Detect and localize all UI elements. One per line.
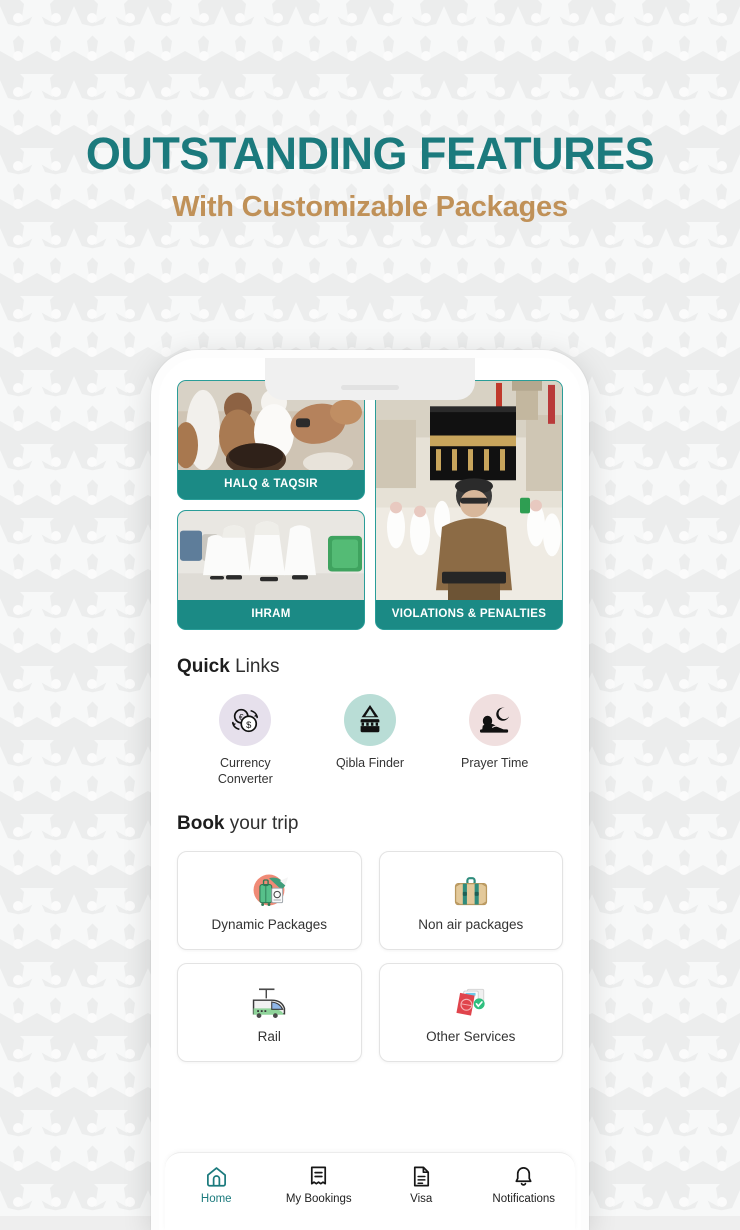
svg-text:$: $ — [246, 720, 252, 730]
book-card-label: Other Services — [426, 1029, 516, 1044]
feature-column-left: HALQ & TAQSIR IHRAM — [177, 380, 365, 630]
feature-card-violations-penalties[interactable]: VIOLATIONS & PENALTIES — [375, 380, 563, 630]
app-screen: HALQ & TAQSIR IHRAM VIOLATIONS & PENALTI… — [159, 358, 581, 1230]
nav-item-notifications[interactable]: Notifications — [473, 1165, 576, 1205]
page-header: OUTSTANDING FEATURES With Customizable P… — [0, 130, 740, 224]
book-card-label: Rail — [257, 1029, 281, 1044]
prayer-time-circle — [468, 694, 521, 746]
book-trip-grid: Dynamic Packages Non air packages Rail O… — [177, 851, 563, 1062]
phone-notch — [265, 358, 475, 400]
book-card-rail[interactable]: Rail — [177, 963, 362, 1062]
feature-cards: HALQ & TAQSIR IHRAM VIOLATIONS & PENALTI… — [177, 380, 563, 630]
bottom-navigation: Home My Bookings Visa Notifications — [165, 1152, 575, 1230]
nav-item-label: My Bookings — [285, 1193, 352, 1205]
feature-card-ihram[interactable]: IHRAM — [177, 510, 365, 630]
book-card-non-air-packages[interactable]: Non air packages — [378, 851, 563, 950]
qibla-finder-circle — [344, 694, 396, 746]
quick-links-title-rest: Links — [229, 656, 280, 677]
nav-item-label: Visa — [410, 1193, 433, 1205]
page-title: OUTSTANDING FEATURES — [85, 128, 655, 179]
nav-item-my-bookings[interactable]: My Bookings — [268, 1165, 371, 1205]
quick-link-qibla-finder[interactable]: Qibla Finder — [308, 694, 433, 787]
prayer-time-icon — [479, 707, 509, 733]
phone-mockup: HALQ & TAQSIR IHRAM VIOLATIONS & PENALTI… — [151, 350, 589, 1230]
receipt-icon — [311, 1166, 327, 1185]
book-card-other-services[interactable]: Other Services — [378, 963, 563, 1062]
quick-link-label: Currency Converter — [217, 756, 273, 786]
quick-link-prayer-time[interactable]: Prayer Time — [432, 694, 557, 787]
book-trip-title-rest: your trip — [224, 813, 299, 834]
currency-converter-circle: € $ — [219, 694, 272, 746]
non-air-packages-icon — [451, 869, 491, 911]
phone-speaker — [341, 385, 399, 390]
quick-link-label: Qibla Finder — [335, 756, 405, 770]
feature-label: HALQ & TAQSIR — [178, 470, 364, 499]
feature-column-right: VIOLATIONS & PENALTIES — [375, 380, 563, 630]
quick-links-title: Quick Links — [177, 656, 563, 678]
dynamic-packages-icon — [249, 869, 289, 911]
book-trip-title: Book your trip — [177, 813, 563, 835]
phone-screen: HALQ & TAQSIR IHRAM VIOLATIONS & PENALTI… — [159, 358, 581, 1230]
nav-item-visa[interactable]: Visa — [370, 1165, 473, 1205]
feature-label: VIOLATIONS & PENALTIES — [376, 600, 562, 629]
qibla-finder-icon — [358, 705, 382, 733]
book-trip-title-bold: Book — [177, 813, 225, 834]
bell-icon — [515, 1167, 532, 1186]
page-subtitle: With Customizable Packages — [172, 191, 568, 224]
nav-item-label: Home — [200, 1193, 232, 1205]
quick-links-row: € $ Currency Converter Qibla Finder Pray… — [177, 694, 563, 787]
rail-icon — [248, 981, 290, 1023]
quick-link-label: Prayer Time — [460, 756, 529, 770]
book-card-label: Dynamic Packages — [211, 917, 328, 932]
quick-links-title-bold: Quick — [177, 656, 230, 677]
home-icon — [206, 1167, 226, 1187]
currency-converter-icon: € $ — [232, 708, 259, 733]
book-card-dynamic-packages[interactable]: Dynamic Packages — [177, 851, 362, 950]
feature-label: IHRAM — [178, 600, 364, 629]
book-card-label: Non air packages — [418, 917, 524, 932]
quick-link-currency-converter[interactable]: € $ Currency Converter — [183, 694, 308, 787]
document-icon — [413, 1166, 429, 1187]
nav-item-label: Notifications — [492, 1193, 556, 1205]
nav-item-home[interactable]: Home — [165, 1165, 268, 1205]
ihram-photo — [178, 511, 364, 600]
violations-penalties-photo — [376, 381, 562, 600]
other-services-icon — [451, 981, 491, 1023]
